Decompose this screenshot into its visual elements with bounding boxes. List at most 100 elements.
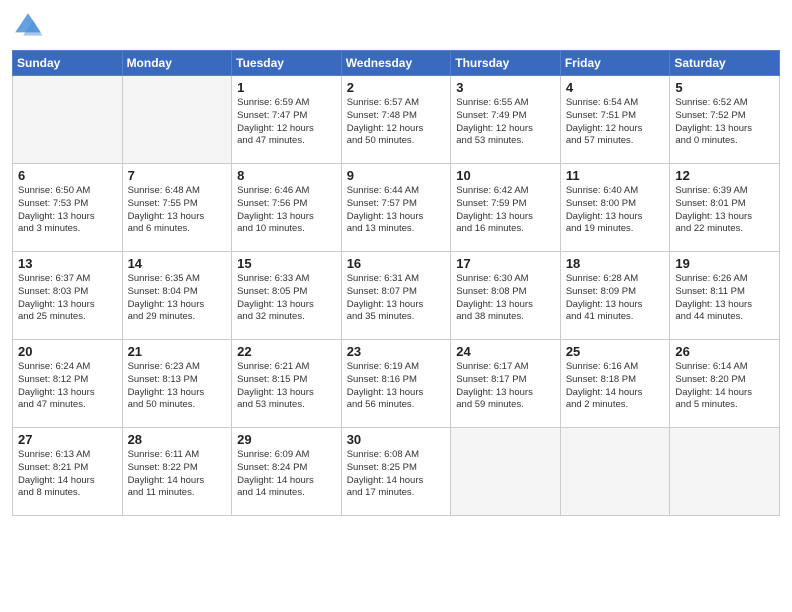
- day-detail: Sunrise: 6:52 AM Sunset: 7:52 PM Dayligh…: [675, 97, 774, 148]
- day-number: 21: [128, 344, 227, 359]
- day-number: 12: [675, 168, 774, 183]
- day-detail: Sunrise: 6:21 AM Sunset: 8:15 PM Dayligh…: [237, 361, 336, 412]
- weekday-header: Saturday: [670, 51, 780, 76]
- calendar-cell: 24Sunrise: 6:17 AM Sunset: 8:17 PM Dayli…: [451, 340, 561, 428]
- calendar-week-row: 1 Sunrise: 6:59 AM Sunset: 7:47 PM Daylig…: [13, 76, 780, 164]
- day-detail: Sunrise: 6:16 AM Sunset: 8:18 PM Dayligh…: [566, 361, 665, 412]
- day-detail: Sunrise: 6:08 AM Sunset: 8:25 PM Dayligh…: [347, 449, 446, 500]
- day-detail: Sunrise: 6:31 AM Sunset: 8:07 PM Dayligh…: [347, 273, 446, 324]
- calendar-cell: 12Sunrise: 6:39 AM Sunset: 8:01 PM Dayli…: [670, 164, 780, 252]
- calendar-cell: [670, 428, 780, 516]
- day-detail: Sunrise: 6:44 AM Sunset: 7:57 PM Dayligh…: [347, 185, 446, 236]
- calendar-cell: 8Sunrise: 6:46 AM Sunset: 7:56 PM Daylig…: [232, 164, 342, 252]
- day-number: 14: [128, 256, 227, 271]
- calendar-cell: 20Sunrise: 6:24 AM Sunset: 8:12 PM Dayli…: [13, 340, 123, 428]
- day-detail: Sunrise: 6:33 AM Sunset: 8:05 PM Dayligh…: [237, 273, 336, 324]
- day-detail: Sunrise: 6:54 AM Sunset: 7:51 PM Dayligh…: [566, 97, 665, 148]
- day-detail: Sunrise: 6:11 AM Sunset: 8:22 PM Dayligh…: [128, 449, 227, 500]
- day-number: 29: [237, 432, 336, 447]
- day-number: 10: [456, 168, 555, 183]
- day-number: 7: [128, 168, 227, 183]
- day-number: 19: [675, 256, 774, 271]
- calendar-cell: 19Sunrise: 6:26 AM Sunset: 8:11 PM Dayli…: [670, 252, 780, 340]
- calendar-cell: 28 Sunrise: 6:11 AM Sunset: 8:22 PM Dayli…: [122, 428, 232, 516]
- calendar-cell: 29 Sunrise: 6:09 AM Sunset: 8:24 PM Dayli…: [232, 428, 342, 516]
- calendar-header-row: SundayMondayTuesdayWednesdayThursdayFrid…: [13, 51, 780, 76]
- day-number: 1: [237, 80, 336, 95]
- day-detail: Sunrise: 6:59 AM Sunset: 7:47 PM Dayligh…: [237, 97, 336, 148]
- calendar-cell: 14 Sunrise: 6:35 AM Sunset: 8:04 PM Dayli…: [122, 252, 232, 340]
- calendar-cell: 16 Sunrise: 6:31 AM Sunset: 8:07 PM Dayli…: [341, 252, 451, 340]
- calendar-cell: 2 Sunrise: 6:57 AM Sunset: 7:48 PM Daylig…: [341, 76, 451, 164]
- calendar-cell: 15 Sunrise: 6:33 AM Sunset: 8:05 PM Dayli…: [232, 252, 342, 340]
- calendar-cell: 7 Sunrise: 6:48 AM Sunset: 7:55 PM Daylig…: [122, 164, 232, 252]
- day-detail: Sunrise: 6:57 AM Sunset: 7:48 PM Dayligh…: [347, 97, 446, 148]
- calendar-cell: [560, 428, 670, 516]
- day-detail: Sunrise: 6:55 AM Sunset: 7:49 PM Dayligh…: [456, 97, 555, 148]
- calendar-cell: [13, 76, 123, 164]
- calendar-cell: 18 Sunrise: 6:28 AM Sunset: 8:09 PM Dayli…: [560, 252, 670, 340]
- day-number: 22: [237, 344, 336, 359]
- calendar-cell: 30Sunrise: 6:08 AM Sunset: 8:25 PM Dayli…: [341, 428, 451, 516]
- weekday-header: Friday: [560, 51, 670, 76]
- calendar-cell: 3Sunrise: 6:55 AM Sunset: 7:49 PM Daylig…: [451, 76, 561, 164]
- calendar-cell: 6 Sunrise: 6:50 AM Sunset: 7:53 PM Daylig…: [13, 164, 123, 252]
- logo-icon: [12, 10, 44, 42]
- calendar-cell: 9 Sunrise: 6:44 AM Sunset: 7:57 PM Daylig…: [341, 164, 451, 252]
- day-detail: Sunrise: 6:35 AM Sunset: 8:04 PM Dayligh…: [128, 273, 227, 324]
- weekday-header: Thursday: [451, 51, 561, 76]
- calendar-cell: 27 Sunrise: 6:13 AM Sunset: 8:21 PM Dayli…: [13, 428, 123, 516]
- calendar-cell: 11 Sunrise: 6:40 AM Sunset: 8:00 PM Dayli…: [560, 164, 670, 252]
- calendar-cell: 23 Sunrise: 6:19 AM Sunset: 8:16 PM Dayli…: [341, 340, 451, 428]
- calendar-week-row: 20Sunrise: 6:24 AM Sunset: 8:12 PM Dayli…: [13, 340, 780, 428]
- day-number: 2: [347, 80, 446, 95]
- calendar-cell: 26Sunrise: 6:14 AM Sunset: 8:20 PM Dayli…: [670, 340, 780, 428]
- day-detail: Sunrise: 6:17 AM Sunset: 8:17 PM Dayligh…: [456, 361, 555, 412]
- day-detail: Sunrise: 6:13 AM Sunset: 8:21 PM Dayligh…: [18, 449, 117, 500]
- day-detail: Sunrise: 6:50 AM Sunset: 7:53 PM Dayligh…: [18, 185, 117, 236]
- day-number: 23: [347, 344, 446, 359]
- day-number: 11: [566, 168, 665, 183]
- weekday-header: Wednesday: [341, 51, 451, 76]
- day-detail: Sunrise: 6:24 AM Sunset: 8:12 PM Dayligh…: [18, 361, 117, 412]
- calendar-week-row: 27 Sunrise: 6:13 AM Sunset: 8:21 PM Dayli…: [13, 428, 780, 516]
- day-number: 8: [237, 168, 336, 183]
- day-detail: Sunrise: 6:23 AM Sunset: 8:13 PM Dayligh…: [128, 361, 227, 412]
- calendar-cell: [122, 76, 232, 164]
- calendar-cell: 25 Sunrise: 6:16 AM Sunset: 8:18 PM Dayli…: [560, 340, 670, 428]
- day-number: 15: [237, 256, 336, 271]
- calendar-cell: 13Sunrise: 6:37 AM Sunset: 8:03 PM Dayli…: [13, 252, 123, 340]
- day-number: 6: [18, 168, 117, 183]
- calendar-cell: 4 Sunrise: 6:54 AM Sunset: 7:51 PM Daylig…: [560, 76, 670, 164]
- day-number: 28: [128, 432, 227, 447]
- day-number: 9: [347, 168, 446, 183]
- day-detail: Sunrise: 6:48 AM Sunset: 7:55 PM Dayligh…: [128, 185, 227, 236]
- day-number: 18: [566, 256, 665, 271]
- weekday-header: Tuesday: [232, 51, 342, 76]
- page-container: SundayMondayTuesdayWednesdayThursdayFrid…: [0, 0, 792, 612]
- day-detail: Sunrise: 6:09 AM Sunset: 8:24 PM Dayligh…: [237, 449, 336, 500]
- calendar-week-row: 6 Sunrise: 6:50 AM Sunset: 7:53 PM Daylig…: [13, 164, 780, 252]
- day-number: 13: [18, 256, 117, 271]
- calendar-table: SundayMondayTuesdayWednesdayThursdayFrid…: [12, 50, 780, 516]
- day-detail: Sunrise: 6:40 AM Sunset: 8:00 PM Dayligh…: [566, 185, 665, 236]
- day-number: 5: [675, 80, 774, 95]
- day-detail: Sunrise: 6:19 AM Sunset: 8:16 PM Dayligh…: [347, 361, 446, 412]
- day-number: 16: [347, 256, 446, 271]
- calendar-week-row: 13Sunrise: 6:37 AM Sunset: 8:03 PM Dayli…: [13, 252, 780, 340]
- calendar-cell: 22 Sunrise: 6:21 AM Sunset: 8:15 PM Dayli…: [232, 340, 342, 428]
- day-detail: Sunrise: 6:28 AM Sunset: 8:09 PM Dayligh…: [566, 273, 665, 324]
- calendar-cell: 1 Sunrise: 6:59 AM Sunset: 7:47 PM Daylig…: [232, 76, 342, 164]
- day-detail: Sunrise: 6:30 AM Sunset: 8:08 PM Dayligh…: [456, 273, 555, 324]
- day-detail: Sunrise: 6:42 AM Sunset: 7:59 PM Dayligh…: [456, 185, 555, 236]
- calendar-cell: [451, 428, 561, 516]
- day-number: 25: [566, 344, 665, 359]
- day-number: 27: [18, 432, 117, 447]
- weekday-header: Monday: [122, 51, 232, 76]
- page-header: [12, 10, 780, 42]
- weekday-header: Sunday: [13, 51, 123, 76]
- day-number: 4: [566, 80, 665, 95]
- day-detail: Sunrise: 6:14 AM Sunset: 8:20 PM Dayligh…: [675, 361, 774, 412]
- logo: [12, 10, 48, 42]
- calendar-cell: 10 Sunrise: 6:42 AM Sunset: 7:59 PM Dayli…: [451, 164, 561, 252]
